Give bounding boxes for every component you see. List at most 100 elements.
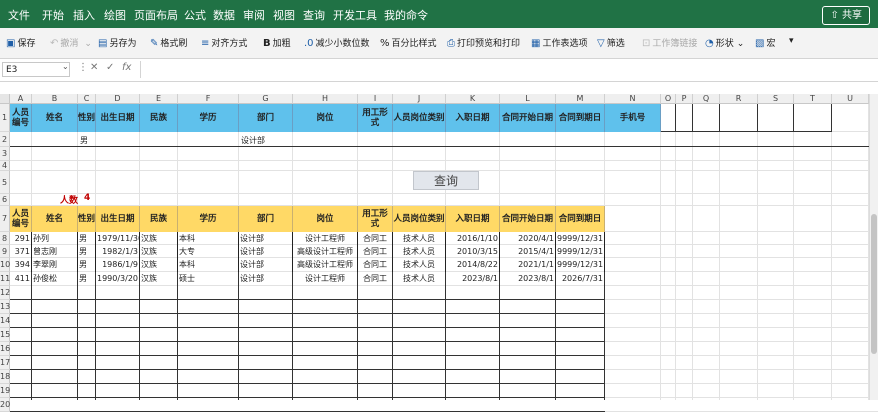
- search-header-cell[interactable]: 民族: [140, 104, 178, 132]
- row-header[interactable]: 13: [0, 300, 10, 314]
- result-header-cell[interactable]: 合同到期日: [556, 206, 605, 232]
- result-header-cell[interactable]: 部门: [239, 206, 293, 232]
- row-header[interactable]: 19: [0, 384, 10, 398]
- chevron-down-icon[interactable]: ⌄: [62, 62, 69, 71]
- column-header[interactable]: F: [178, 94, 239, 104]
- grid-row[interactable]: [10, 314, 878, 328]
- row-header[interactable]: 9: [0, 245, 10, 258]
- result-cell[interactable]: 设计部: [239, 232, 293, 245]
- result-header-cell[interactable]: 出生日期: [96, 206, 140, 232]
- result-cell[interactable]: 9999/12/31: [556, 232, 605, 245]
- criteria-department[interactable]: 设计部: [241, 135, 265, 146]
- select-all-corner[interactable]: [0, 94, 10, 104]
- bold-button[interactable]: B 加粗: [263, 36, 291, 49]
- row-header[interactable]: 4: [0, 161, 10, 171]
- save-as-button[interactable]: ▤ 另存为: [98, 36, 136, 49]
- result-cell[interactable]: 合同工: [358, 245, 393, 258]
- result-cell[interactable]: 男: [78, 245, 96, 258]
- search-header-cell[interactable]: 人员岗位类别: [393, 104, 446, 132]
- column-header[interactable]: L: [500, 94, 556, 104]
- result-header-cell[interactable]: 用工形式: [358, 206, 393, 232]
- enter-icon[interactable]: ✓: [106, 62, 114, 73]
- share-button[interactable]: ⇧ 共享: [822, 6, 870, 25]
- result-cell[interactable]: 2023/8/1: [500, 272, 556, 286]
- column-header[interactable]: Q: [693, 94, 720, 104]
- search-header-cell[interactable]: [676, 104, 693, 132]
- row-header[interactable]: 7: [0, 206, 10, 232]
- column-header[interactable]: T: [794, 94, 832, 104]
- function-icon[interactable]: fx: [122, 62, 131, 73]
- row-header[interactable]: 11: [0, 272, 10, 286]
- result-cell[interactable]: 合同工: [358, 272, 393, 286]
- search-header-cell[interactable]: 姓名: [32, 104, 78, 132]
- result-header-cell[interactable]: 岗位: [293, 206, 358, 232]
- result-cell[interactable]: 本科: [178, 232, 239, 245]
- decrease-decimal-button[interactable]: .0 减少小数位数: [304, 36, 370, 49]
- search-header-cell[interactable]: 出生日期: [96, 104, 140, 132]
- grid-row[interactable]: [10, 147, 878, 161]
- result-cell[interactable]: 2026/7/31: [556, 272, 605, 286]
- row-header[interactable]: 12: [0, 286, 10, 300]
- menu-formulas[interactable]: 公式: [184, 7, 206, 23]
- scrollbar-thumb[interactable]: [871, 214, 877, 354]
- result-header-cell[interactable]: 入职日期: [446, 206, 500, 232]
- query-button[interactable]: 查询: [413, 171, 479, 190]
- result-cell[interactable]: 汉族: [140, 245, 178, 258]
- grid-row[interactable]: [10, 384, 878, 398]
- result-cell[interactable]: 2015/4/1: [500, 245, 556, 258]
- result-cell[interactable]: 高级设计工程师: [293, 245, 358, 258]
- grid-row[interactable]: [10, 398, 878, 412]
- column-header[interactable]: D: [96, 94, 140, 104]
- search-header-cell[interactable]: [661, 104, 676, 132]
- row-header[interactable]: 8: [0, 232, 10, 245]
- result-header-cell[interactable]: 性别: [78, 206, 96, 232]
- result-cell[interactable]: 2014/8/22: [446, 258, 500, 272]
- menu-draw[interactable]: 绘图: [104, 7, 126, 23]
- result-cell[interactable]: 硕士: [178, 272, 239, 286]
- percent-style-button[interactable]: % 百分比样式: [380, 36, 437, 49]
- result-cell[interactable]: 高级设计工程师: [293, 258, 358, 272]
- result-cell[interactable]: 1979/11/30: [96, 232, 140, 245]
- result-cell[interactable]: 1990/3/20: [96, 272, 140, 286]
- row-header[interactable]: 14: [0, 314, 10, 328]
- column-header[interactable]: E: [140, 94, 178, 104]
- workbook-links-button[interactable]: ⊡ 工作簿链接: [642, 36, 697, 49]
- menu-data[interactable]: 数据: [213, 7, 235, 23]
- row-header[interactable]: 15: [0, 328, 10, 342]
- row-header[interactable]: 5: [0, 171, 10, 194]
- result-cell[interactable]: 合同工: [358, 232, 393, 245]
- formula-input[interactable]: [140, 61, 877, 78]
- menu-my-commands[interactable]: 我的命令: [384, 7, 428, 23]
- result-cell[interactable]: 汉族: [140, 258, 178, 272]
- result-cell[interactable]: 技术人员: [393, 232, 446, 245]
- result-header-cell[interactable]: 民族: [140, 206, 178, 232]
- column-header[interactable]: N: [605, 94, 661, 104]
- result-header-cell[interactable]: 姓名: [32, 206, 78, 232]
- result-cell[interactable]: 9999/12/31: [556, 245, 605, 258]
- result-cell[interactable]: 2016/1/10: [446, 232, 500, 245]
- column-header[interactable]: A: [10, 94, 32, 104]
- search-header-cell[interactable]: 部门: [239, 104, 293, 132]
- column-header[interactable]: H: [293, 94, 358, 104]
- result-cell[interactable]: 汉族: [140, 232, 178, 245]
- criteria-gender[interactable]: 男: [80, 135, 88, 146]
- row-header[interactable]: 2: [0, 132, 10, 147]
- sheet-options-button[interactable]: ▦ 工作表选项: [531, 36, 587, 49]
- macro-button[interactable]: ▧ 宏: [755, 36, 775, 49]
- result-cell[interactable]: 2020/4/1: [500, 232, 556, 245]
- result-cell[interactable]: 2021/1/1: [500, 258, 556, 272]
- align-button[interactable]: ≡ 对齐方式: [201, 36, 247, 49]
- result-cell[interactable]: 男: [78, 258, 96, 272]
- menu-review[interactable]: 审阅: [243, 7, 265, 23]
- column-header[interactable]: I: [358, 94, 393, 104]
- column-header[interactable]: U: [832, 94, 869, 104]
- result-cell[interactable]: 本科: [178, 258, 239, 272]
- search-header-cell[interactable]: 岗位: [293, 104, 358, 132]
- shapes-button[interactable]: ◔ 形状 ⌄: [705, 36, 744, 49]
- search-header-cell[interactable]: 用工形式: [358, 104, 393, 132]
- row-header[interactable]: 6: [0, 194, 10, 206]
- column-header[interactable]: K: [446, 94, 500, 104]
- column-header[interactable]: C: [78, 94, 96, 104]
- column-header[interactable]: R: [720, 94, 758, 104]
- search-header-cell[interactable]: [693, 104, 720, 132]
